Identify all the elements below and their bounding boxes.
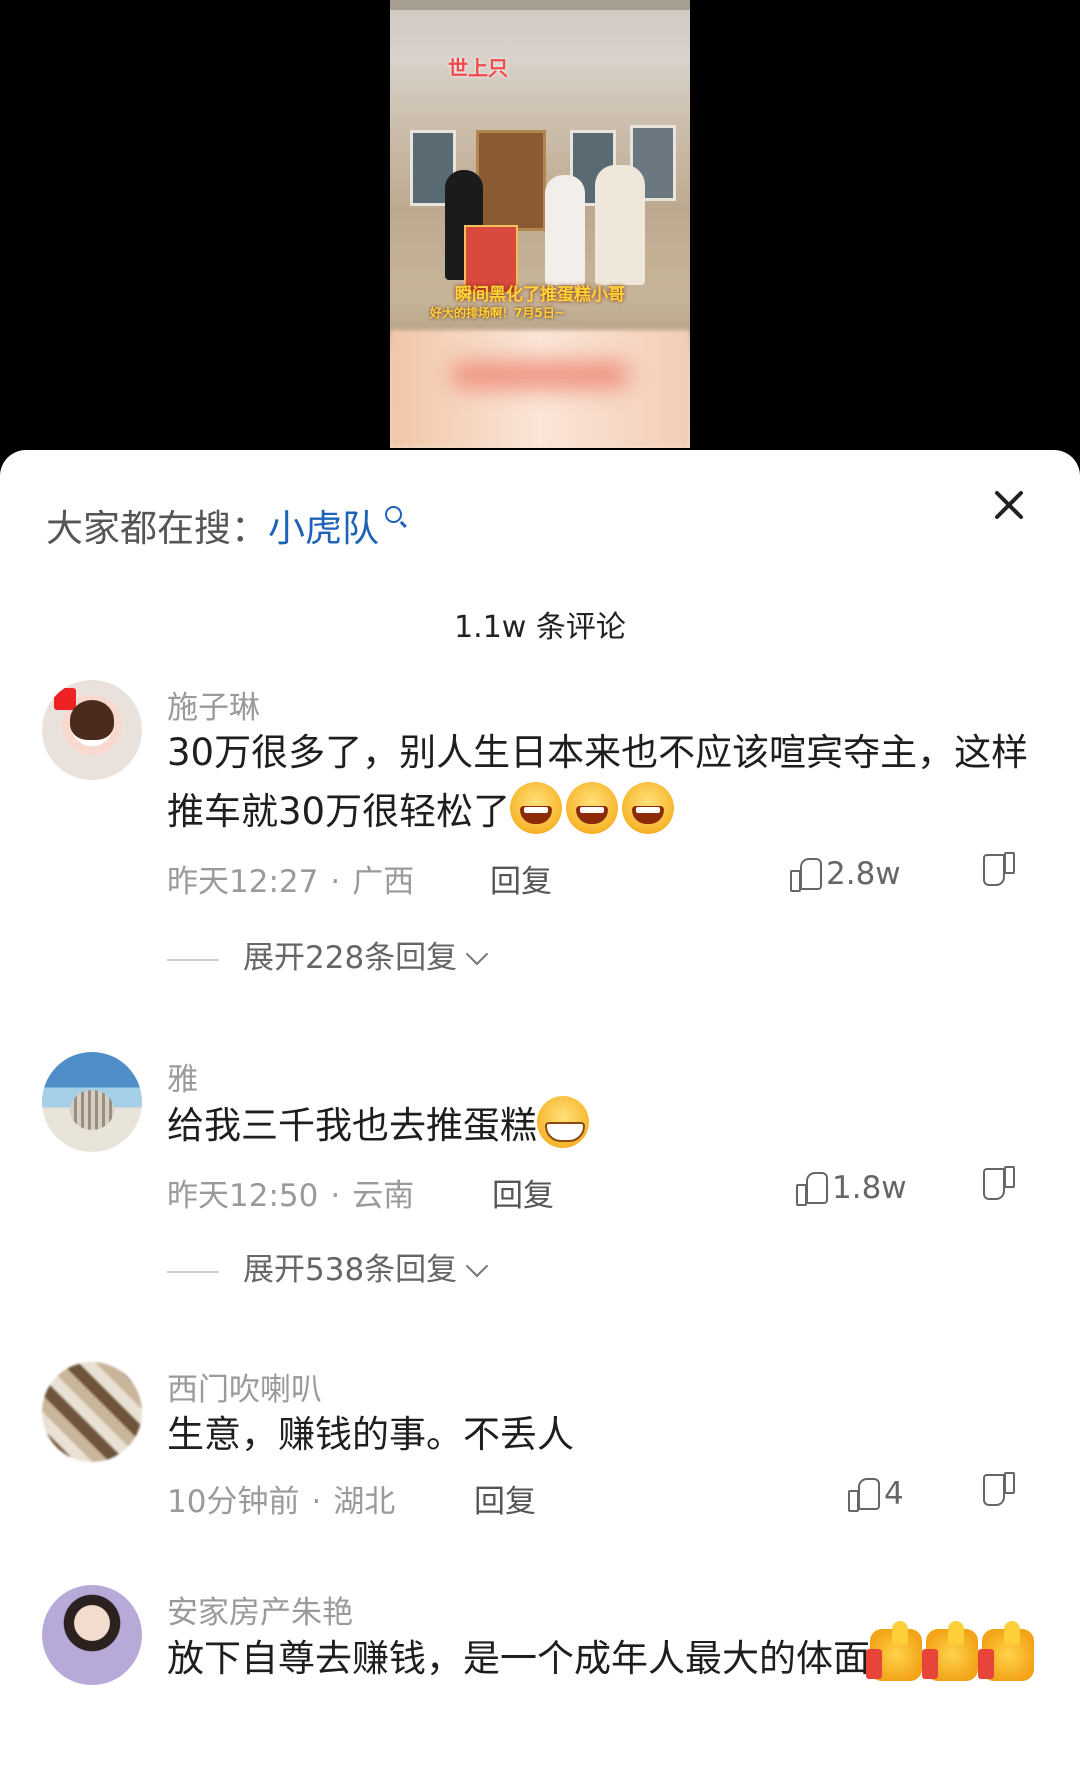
comment-text-body: 给我三千我也去推蛋糕 bbox=[167, 1104, 537, 1147]
dislike-button[interactable] bbox=[985, 1476, 1021, 1512]
comment-text: 给我三千我也去推蛋糕 bbox=[167, 1096, 1047, 1155]
laughing-emoji-icon bbox=[510, 782, 563, 834]
comment-time: 昨天12:50 bbox=[167, 1178, 319, 1214]
video-sign-text: 世上只 bbox=[448, 56, 508, 80]
thumbs-up-emoji-icon bbox=[978, 1621, 1034, 1681]
comment-meta: 昨天12:27 · 广西 bbox=[167, 864, 415, 900]
grinning-emoji-icon bbox=[537, 1096, 589, 1148]
like-count: 2.8w bbox=[826, 856, 901, 892]
comment-count: 1.1w 条评论 bbox=[454, 610, 626, 645]
expand-replies-button[interactable]: 展开538条回复 bbox=[167, 1244, 489, 1289]
dislike-button[interactable] bbox=[985, 1170, 1021, 1206]
search-suggestion-keyword[interactable]: 小虎队 bbox=[268, 507, 379, 550]
thumbs-up-icon bbox=[790, 858, 822, 892]
video-blurred-caption bbox=[450, 360, 630, 390]
reply-button[interactable]: 回复 bbox=[492, 1170, 554, 1215]
chevron-down-icon bbox=[465, 1254, 489, 1278]
avatar[interactable] bbox=[42, 1585, 142, 1685]
laughing-emoji-icon bbox=[566, 782, 619, 834]
comment-time: 昨天12:27 bbox=[167, 864, 319, 900]
comment-location: 广西 bbox=[352, 864, 415, 900]
reply-button[interactable]: 回复 bbox=[474, 1476, 536, 1521]
like-count: 4 bbox=[884, 1476, 904, 1512]
video-person bbox=[595, 165, 645, 285]
thumbs-down-icon bbox=[985, 856, 1015, 886]
expand-replies-label: 展开228条回复 bbox=[243, 940, 458, 976]
video-player[interactable]: 世上只 瞬间黑化了推蛋糕小哥 好大的排场啊！7月5日~ bbox=[0, 0, 1080, 460]
avatar[interactable] bbox=[42, 1362, 142, 1462]
comment-location: 云南 bbox=[352, 1178, 415, 1214]
video-subcaption: 好大的排场啊！7月5日~ bbox=[430, 306, 565, 320]
expand-replies-button[interactable]: 展开228条回复 bbox=[167, 932, 489, 977]
thumbs-down-icon bbox=[985, 1476, 1015, 1506]
comment-time: 10分钟前 bbox=[167, 1484, 300, 1520]
avatar[interactable] bbox=[42, 680, 142, 780]
comment-text: 生意，赚钱的事。不丢人 bbox=[167, 1413, 574, 1456]
video-frame[interactable]: 世上只 瞬间黑化了推蛋糕小哥 好大的排场啊！7月5日~ bbox=[390, 0, 690, 448]
laughing-emoji-icon bbox=[622, 782, 675, 834]
comment-location: 湖北 bbox=[333, 1484, 396, 1520]
comment-sheet: 大家都在搜：小虎队 1.1w 条评论 施子琳 30万很多了，别人生日本来也不应该… bbox=[0, 450, 1080, 1786]
chevron-down-icon bbox=[465, 942, 489, 966]
search-icon bbox=[385, 506, 402, 523]
thumbs-up-icon bbox=[796, 1172, 828, 1206]
close-button[interactable] bbox=[990, 486, 1028, 524]
comment-text: 放下自尊去赚钱，是一个成年人最大的体面 bbox=[167, 1621, 1047, 1688]
comment-username[interactable]: 安家房产朱艳 bbox=[167, 1587, 353, 1632]
divider-line bbox=[167, 958, 219, 961]
thumbs-up-emoji-icon bbox=[866, 1621, 922, 1681]
reply-button[interactable]: 回复 bbox=[490, 856, 552, 901]
thumbs-down-icon bbox=[985, 1170, 1015, 1200]
video-door bbox=[476, 130, 546, 231]
comment-meta: 10分钟前 · 湖北 bbox=[167, 1484, 396, 1520]
like-button[interactable]: 2.8w bbox=[790, 856, 901, 892]
dislike-button[interactable] bbox=[985, 856, 1021, 892]
avatar[interactable] bbox=[42, 1052, 142, 1152]
expand-replies-label: 展开538条回复 bbox=[243, 1252, 458, 1288]
comment-text-body: 放下自尊去赚钱，是一个成年人最大的体面 bbox=[167, 1637, 870, 1680]
comment-username[interactable]: 西门吹喇叭 bbox=[167, 1364, 322, 1409]
video-person bbox=[545, 175, 585, 285]
thumbs-up-emoji-icon bbox=[922, 1621, 978, 1681]
video-top-strip bbox=[390, 0, 690, 10]
divider-line bbox=[167, 1270, 219, 1273]
search-suggestion-prefix: 大家都在搜： bbox=[46, 507, 268, 550]
search-suggestion[interactable]: 大家都在搜：小虎队 bbox=[46, 498, 402, 552]
comment-username[interactable]: 雅 bbox=[167, 1054, 198, 1099]
comment-text: 30万很多了，别人生日本来也不应该喧宾夺主，这样推车就30万很轻松了 bbox=[167, 724, 1047, 841]
like-button[interactable]: 1.8w bbox=[796, 1170, 907, 1206]
comment-meta: 昨天12:50 · 云南 bbox=[167, 1178, 415, 1214]
like-count: 1.8w bbox=[832, 1170, 907, 1206]
video-caption: 瞬间黑化了推蛋糕小哥 bbox=[455, 285, 625, 305]
like-button[interactable]: 4 bbox=[848, 1476, 904, 1512]
thumbs-up-icon bbox=[848, 1478, 880, 1512]
comment-username[interactable]: 施子琳 bbox=[167, 682, 260, 727]
